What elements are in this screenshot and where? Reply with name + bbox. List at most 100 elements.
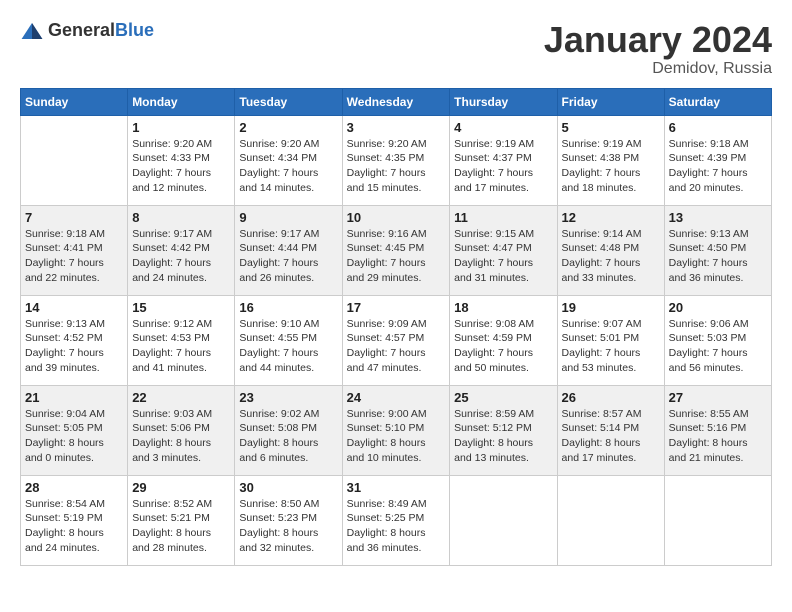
day-number: 2 xyxy=(239,120,337,135)
weekday-header-saturday: Saturday xyxy=(664,88,771,115)
day-number: 6 xyxy=(669,120,767,135)
weekday-header-tuesday: Tuesday xyxy=(235,88,342,115)
calendar-cell xyxy=(21,115,128,205)
day-number: 22 xyxy=(132,390,230,405)
calendar-cell: 25 Sunrise: 8:59 AM Sunset: 5:12 PM Dayli… xyxy=(450,385,557,475)
calendar-table: SundayMondayTuesdayWednesdayThursdayFrid… xyxy=(20,88,772,566)
day-number: 26 xyxy=(562,390,660,405)
logo-general: General xyxy=(48,20,115,40)
day-info: Sunrise: 9:15 AM Sunset: 4:47 PM Dayligh… xyxy=(454,227,552,286)
day-info: Sunrise: 9:17 AM Sunset: 4:42 PM Dayligh… xyxy=(132,227,230,286)
day-info: Sunrise: 9:00 AM Sunset: 5:10 PM Dayligh… xyxy=(347,407,446,466)
day-info: Sunrise: 8:50 AM Sunset: 5:23 PM Dayligh… xyxy=(239,497,337,556)
day-number: 7 xyxy=(25,210,123,225)
day-number: 1 xyxy=(132,120,230,135)
calendar-cell: 22 Sunrise: 9:03 AM Sunset: 5:06 PM Dayli… xyxy=(128,385,235,475)
calendar-week-row: 21Sunrise: 9:04 AM Sunset: 5:05 PM Dayli… xyxy=(21,385,772,475)
calendar-cell: 4 Sunrise: 9:19 AM Sunset: 4:37 PM Daylig… xyxy=(450,115,557,205)
day-info: Sunrise: 9:20 AM Sunset: 4:33 PM Dayligh… xyxy=(132,137,230,196)
day-number: 28 xyxy=(25,480,123,495)
calendar-cell: 26 Sunrise: 8:57 AM Sunset: 5:14 PM Dayli… xyxy=(557,385,664,475)
day-info: Sunrise: 9:10 AM Sunset: 4:55 PM Dayligh… xyxy=(239,317,337,376)
day-info: Sunrise: 9:09 AM Sunset: 4:57 PM Dayligh… xyxy=(347,317,446,376)
day-number: 29 xyxy=(132,480,230,495)
calendar-cell: 15Sunrise: 9:12 AM Sunset: 4:53 PM Dayli… xyxy=(128,295,235,385)
logo-icon xyxy=(20,21,44,41)
calendar-cell: 7 Sunrise: 9:18 AM Sunset: 4:41 PM Daylig… xyxy=(21,205,128,295)
weekday-header-thursday: Thursday xyxy=(450,88,557,115)
day-number: 27 xyxy=(669,390,767,405)
day-info: Sunrise: 9:16 AM Sunset: 4:45 PM Dayligh… xyxy=(347,227,446,286)
logo-blue: Blue xyxy=(115,20,154,40)
title-block: January 2024 Demidov, Russia xyxy=(544,20,772,78)
day-info: Sunrise: 9:19 AM Sunset: 4:37 PM Dayligh… xyxy=(454,137,552,196)
day-number: 10 xyxy=(347,210,446,225)
day-number: 31 xyxy=(347,480,446,495)
day-number: 19 xyxy=(562,300,660,315)
calendar-cell: 18Sunrise: 9:08 AM Sunset: 4:59 PM Dayli… xyxy=(450,295,557,385)
calendar-cell: 19Sunrise: 9:07 AM Sunset: 5:01 PM Dayli… xyxy=(557,295,664,385)
day-info: Sunrise: 9:13 AM Sunset: 4:52 PM Dayligh… xyxy=(25,317,123,376)
calendar-cell: 30 Sunrise: 8:50 AM Sunset: 5:23 PM Dayli… xyxy=(235,475,342,565)
calendar-cell: 11 Sunrise: 9:15 AM Sunset: 4:47 PM Dayli… xyxy=(450,205,557,295)
day-number: 3 xyxy=(347,120,446,135)
day-info: Sunrise: 9:14 AM Sunset: 4:48 PM Dayligh… xyxy=(562,227,660,286)
day-info: Sunrise: 9:20 AM Sunset: 4:35 PM Dayligh… xyxy=(347,137,446,196)
day-number: 12 xyxy=(562,210,660,225)
calendar-cell: 24Sunrise: 9:00 AM Sunset: 5:10 PM Dayli… xyxy=(342,385,450,475)
calendar-cell: 8 Sunrise: 9:17 AM Sunset: 4:42 PM Daylig… xyxy=(128,205,235,295)
calendar-cell: 27 Sunrise: 8:55 AM Sunset: 5:16 PM Dayli… xyxy=(664,385,771,475)
day-info: Sunrise: 8:54 AM Sunset: 5:19 PM Dayligh… xyxy=(25,497,123,556)
weekday-header-row: SundayMondayTuesdayWednesdayThursdayFrid… xyxy=(21,88,772,115)
day-info: Sunrise: 8:55 AM Sunset: 5:16 PM Dayligh… xyxy=(669,407,767,466)
day-info: Sunrise: 9:03 AM Sunset: 5:06 PM Dayligh… xyxy=(132,407,230,466)
calendar-cell: 10 Sunrise: 9:16 AM Sunset: 4:45 PM Dayli… xyxy=(342,205,450,295)
day-number: 30 xyxy=(239,480,337,495)
day-number: 4 xyxy=(454,120,552,135)
calendar-week-row: 14Sunrise: 9:13 AM Sunset: 4:52 PM Dayli… xyxy=(21,295,772,385)
calendar-cell: 31 Sunrise: 8:49 AM Sunset: 5:25 PM Dayli… xyxy=(342,475,450,565)
day-number: 13 xyxy=(669,210,767,225)
calendar-cell: 3 Sunrise: 9:20 AM Sunset: 4:35 PM Daylig… xyxy=(342,115,450,205)
day-number: 11 xyxy=(454,210,552,225)
logo-text: GeneralBlue xyxy=(48,20,154,41)
day-info: Sunrise: 9:04 AM Sunset: 5:05 PM Dayligh… xyxy=(25,407,123,466)
calendar-cell: 28 Sunrise: 8:54 AM Sunset: 5:19 PM Dayli… xyxy=(21,475,128,565)
calendar-cell: 21Sunrise: 9:04 AM Sunset: 5:05 PM Dayli… xyxy=(21,385,128,475)
calendar-cell xyxy=(557,475,664,565)
location-title: Demidov, Russia xyxy=(544,60,772,78)
calendar-cell: 16Sunrise: 9:10 AM Sunset: 4:55 PM Dayli… xyxy=(235,295,342,385)
day-info: Sunrise: 8:52 AM Sunset: 5:21 PM Dayligh… xyxy=(132,497,230,556)
day-number: 17 xyxy=(347,300,446,315)
calendar-cell: 17 Sunrise: 9:09 AM Sunset: 4:57 PM Dayli… xyxy=(342,295,450,385)
calendar-cell: 14Sunrise: 9:13 AM Sunset: 4:52 PM Dayli… xyxy=(21,295,128,385)
calendar-week-row: 28 Sunrise: 8:54 AM Sunset: 5:19 PM Dayli… xyxy=(21,475,772,565)
calendar-cell xyxy=(450,475,557,565)
day-number: 8 xyxy=(132,210,230,225)
calendar-cell: 29 Sunrise: 8:52 AM Sunset: 5:21 PM Dayli… xyxy=(128,475,235,565)
day-number: 25 xyxy=(454,390,552,405)
calendar-cell: 1 Sunrise: 9:20 AM Sunset: 4:33 PM Daylig… xyxy=(128,115,235,205)
day-number: 18 xyxy=(454,300,552,315)
day-info: Sunrise: 9:17 AM Sunset: 4:44 PM Dayligh… xyxy=(239,227,337,286)
calendar-cell: 13 Sunrise: 9:13 AM Sunset: 4:50 PM Dayli… xyxy=(664,205,771,295)
day-number: 15 xyxy=(132,300,230,315)
page-header: GeneralBlue January 2024 Demidov, Russia xyxy=(20,20,772,78)
weekday-header-friday: Friday xyxy=(557,88,664,115)
day-info: Sunrise: 9:18 AM Sunset: 4:41 PM Dayligh… xyxy=(25,227,123,286)
day-info: Sunrise: 8:59 AM Sunset: 5:12 PM Dayligh… xyxy=(454,407,552,466)
day-info: Sunrise: 9:13 AM Sunset: 4:50 PM Dayligh… xyxy=(669,227,767,286)
day-number: 9 xyxy=(239,210,337,225)
day-info: Sunrise: 8:49 AM Sunset: 5:25 PM Dayligh… xyxy=(347,497,446,556)
calendar-cell: 6 Sunrise: 9:18 AM Sunset: 4:39 PM Daylig… xyxy=(664,115,771,205)
month-title: January 2024 xyxy=(544,20,772,60)
calendar-cell: 23Sunrise: 9:02 AM Sunset: 5:08 PM Dayli… xyxy=(235,385,342,475)
weekday-header-wednesday: Wednesday xyxy=(342,88,450,115)
calendar-cell: 9 Sunrise: 9:17 AM Sunset: 4:44 PM Daylig… xyxy=(235,205,342,295)
day-number: 20 xyxy=(669,300,767,315)
day-number: 5 xyxy=(562,120,660,135)
weekday-header-monday: Monday xyxy=(128,88,235,115)
day-info: Sunrise: 9:18 AM Sunset: 4:39 PM Dayligh… xyxy=(669,137,767,196)
day-info: Sunrise: 9:06 AM Sunset: 5:03 PM Dayligh… xyxy=(669,317,767,376)
day-info: Sunrise: 8:57 AM Sunset: 5:14 PM Dayligh… xyxy=(562,407,660,466)
